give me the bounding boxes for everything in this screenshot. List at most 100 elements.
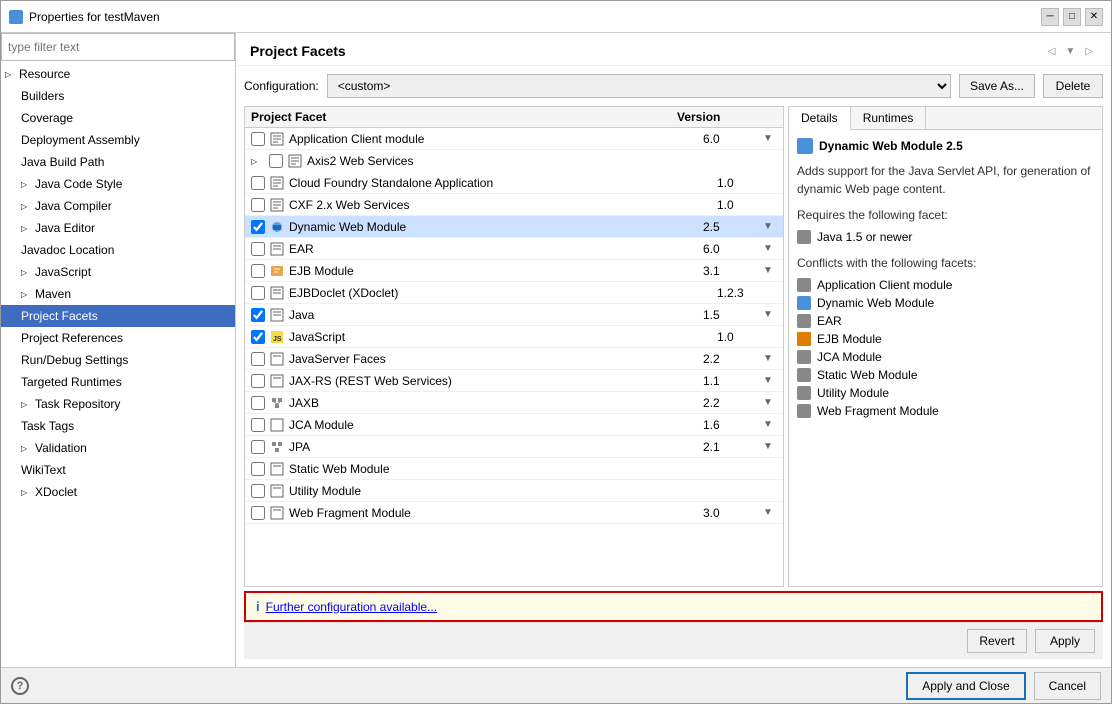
tab-details[interactable]: Details — [789, 107, 851, 130]
sidebar-item-task-repository[interactable]: ▷ Task Repository — [1, 393, 235, 415]
facet-row-jax-rs[interactable]: JAX-RS (REST Web Services) 1.1 ▼ — [245, 370, 783, 392]
facet-version-dropdown-java[interactable]: ▼ — [763, 309, 777, 320]
apply-button[interactable]: Apply — [1035, 629, 1095, 653]
facet-version-dropdown-ear[interactable]: ▼ — [763, 243, 777, 254]
further-config-link[interactable]: Further configuration available... — [266, 600, 437, 614]
expand-arrow: ▷ — [21, 290, 31, 299]
facet-row-jpa[interactable]: JPA 2.1 ▼ — [245, 436, 783, 458]
facet-version-dropdown-app-client[interactable]: ▼ — [763, 133, 777, 144]
main-window: Properties for testMaven ─ □ ✕ ▷ Resourc… — [0, 0, 1112, 704]
facet-checkbox-jpa[interactable] — [251, 440, 265, 454]
facet-row-ejbdoclet[interactable]: EJBDoclet (XDoclet) 1.2.3 — [245, 282, 783, 304]
conflict-label-6: Static Web Module — [817, 368, 918, 382]
sidebar-item-project-references[interactable]: Project References — [1, 327, 235, 349]
facet-version-dropdown-jpa[interactable]: ▼ — [763, 441, 777, 452]
window-controls: ─ □ ✕ — [1041, 8, 1103, 26]
sidebar-item-validation[interactable]: ▷ Validation — [1, 437, 235, 459]
sidebar-item-javascript[interactable]: ▷ JavaScript — [1, 261, 235, 283]
facet-version-dropdown-jax-rs[interactable]: ▼ — [763, 375, 777, 386]
facet-checkbox-jax-rs[interactable] — [251, 374, 265, 388]
facet-name-ejb: EJB Module — [289, 264, 703, 278]
facet-checkbox-ejb[interactable] — [251, 264, 265, 278]
sidebar-item-label: Project Facets — [21, 309, 98, 323]
facet-row-web-fragment[interactable]: Web Fragment Module 3.0 ▼ — [245, 502, 783, 524]
facet-checkbox-dynamic-web[interactable] — [251, 220, 265, 234]
help-icon[interactable]: ? — [11, 677, 29, 695]
delete-button[interactable]: Delete — [1043, 74, 1103, 98]
expand-arrow: ▷ — [21, 180, 31, 189]
sidebar-item-java-build-path[interactable]: Java Build Path — [1, 151, 235, 173]
facet-row-ejb[interactable]: EJB Module 3.1 ▼ — [245, 260, 783, 282]
facet-checkbox-cxf[interactable] — [251, 198, 265, 212]
facet-row-cxf[interactable]: CXF 2.x Web Services 1.0 — [245, 194, 783, 216]
facet-row-ear[interactable]: EAR 6.0 ▼ — [245, 238, 783, 260]
facet-checkbox-cloud-foundry[interactable] — [251, 176, 265, 190]
sidebar-item-java-code-style[interactable]: ▷ Java Code Style — [1, 173, 235, 195]
facet-row-axis2[interactable]: ▷ Axis2 Web Services — [245, 150, 783, 172]
facet-checkbox-app-client[interactable] — [251, 132, 265, 146]
sidebar-item-xdoclet[interactable]: ▷ XDoclet — [1, 481, 235, 503]
facet-row-jsf[interactable]: JavaServer Faces 2.2 ▼ — [245, 348, 783, 370]
facet-icon-jax-rs — [269, 373, 285, 389]
facet-checkbox-ejbdoclet[interactable] — [251, 286, 265, 300]
sidebar-item-java-compiler[interactable]: ▷ Java Compiler — [1, 195, 235, 217]
sidebar-item-targeted-runtimes[interactable]: Targeted Runtimes — [1, 371, 235, 393]
facet-row-dynamic-web[interactable]: Dynamic Web Module 2.5 ▼ — [245, 216, 783, 238]
facet-checkbox-jca[interactable] — [251, 418, 265, 432]
sidebar-item-wikitext[interactable]: WikiText — [1, 459, 235, 481]
nav-forward-icon[interactable]: ▷ — [1081, 44, 1097, 59]
facet-checkbox-jaxb[interactable] — [251, 396, 265, 410]
facet-row-cloud-foundry[interactable]: Cloud Foundry Standalone Application 1.0 — [245, 172, 783, 194]
facet-version-dropdown-ejb[interactable]: ▼ — [763, 265, 777, 276]
facet-checkbox-utility[interactable] — [251, 484, 265, 498]
save-as-button[interactable]: Save As... — [959, 74, 1035, 98]
facet-row-jaxb[interactable]: JAXB 2.2 ▼ — [245, 392, 783, 414]
facet-version-dropdown-jaxb[interactable]: ▼ — [763, 397, 777, 408]
maximize-button[interactable]: □ — [1063, 8, 1081, 26]
facet-checkbox-web-fragment[interactable] — [251, 506, 265, 520]
config-select[interactable]: <custom> — [327, 74, 951, 98]
facet-row-app-client[interactable]: Application Client module 6.0 ▼ — [245, 128, 783, 150]
sidebar-item-coverage[interactable]: Coverage — [1, 107, 235, 129]
sidebar-item-deployment-assembly[interactable]: Deployment Assembly — [1, 129, 235, 151]
facet-version-dropdown-dynamic-web[interactable]: ▼ — [763, 221, 777, 232]
tab-runtimes[interactable]: Runtimes — [851, 107, 927, 129]
facet-row-jca[interactable]: JCA Module 1.6 ▼ — [245, 414, 783, 436]
facet-row-utility[interactable]: Utility Module — [245, 480, 783, 502]
facet-row-static-web[interactable]: Static Web Module — [245, 458, 783, 480]
filter-input[interactable] — [1, 33, 235, 61]
sidebar-item-label: WikiText — [21, 463, 66, 477]
close-button[interactable]: ✕ — [1085, 8, 1103, 26]
sidebar-item-project-facets[interactable]: Project Facets — [1, 305, 235, 327]
facet-checkbox-axis2[interactable] — [269, 154, 283, 168]
facet-row-javascript[interactable]: JS JavaScript 1.0 — [245, 326, 783, 348]
minimize-button[interactable]: ─ — [1041, 8, 1059, 26]
cancel-button[interactable]: Cancel — [1034, 672, 1101, 700]
facet-version-dropdown-jsf[interactable]: ▼ — [763, 353, 777, 364]
sidebar-item-maven[interactable]: ▷ Maven — [1, 283, 235, 305]
facet-expand-axis2[interactable]: ▷ — [251, 157, 265, 166]
sidebar-item-builders[interactable]: Builders — [1, 85, 235, 107]
nav-dropdown-icon[interactable]: ▼ — [1061, 44, 1079, 59]
facet-version-dropdown-jca[interactable]: ▼ — [763, 419, 777, 430]
facet-icon-axis2 — [287, 153, 303, 169]
facet-row-java[interactable]: Java 1.5 ▼ — [245, 304, 783, 326]
facet-version-dropdown-web-fragment[interactable]: ▼ — [763, 507, 777, 518]
sidebar-item-resource[interactable]: ▷ Resource — [1, 63, 235, 85]
sidebar-item-run-debug-settings[interactable]: Run/Debug Settings — [1, 349, 235, 371]
sidebar-item-javadoc-location[interactable]: Javadoc Location — [1, 239, 235, 261]
apply-and-close-button[interactable]: Apply and Close — [906, 672, 1025, 700]
nav-back-icon[interactable]: ◁ — [1044, 44, 1060, 59]
facet-checkbox-static-web[interactable] — [251, 462, 265, 476]
details-description: Adds support for the Java Servlet API, f… — [797, 162, 1094, 198]
facet-checkbox-jsf[interactable] — [251, 352, 265, 366]
facet-checkbox-java[interactable] — [251, 308, 265, 322]
further-config-bar: i Further configuration available... — [244, 591, 1103, 622]
revert-button[interactable]: Revert — [967, 629, 1027, 653]
details-conflicts-title: Conflicts with the following facets: — [797, 256, 1094, 270]
facet-checkbox-ear[interactable] — [251, 242, 265, 256]
sidebar-item-task-tags[interactable]: Task Tags — [1, 415, 235, 437]
facet-version-jca: 1.6 — [703, 418, 763, 432]
facet-checkbox-javascript[interactable] — [251, 330, 265, 344]
sidebar-item-java-editor[interactable]: ▷ Java Editor — [1, 217, 235, 239]
